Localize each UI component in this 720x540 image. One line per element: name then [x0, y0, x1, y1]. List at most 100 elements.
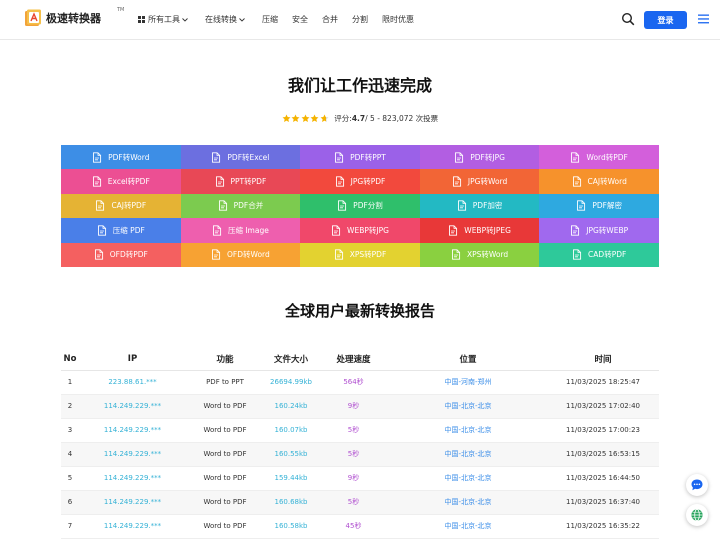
- tool-label: CAJ转Word: [587, 177, 627, 187]
- tool-tile[interactable]: PPT转PDF: [180, 169, 301, 194]
- tool-tile[interactable]: PDF转JPG: [419, 145, 540, 170]
- tool-label: XPS转PDF: [349, 250, 387, 260]
- logo-icon: [25, 9, 41, 26]
- file-convert-icon: [334, 249, 343, 260]
- row-time: 11/03/2025 16:53:15: [547, 442, 659, 467]
- file-convert-icon: [452, 249, 461, 260]
- tool-label: PDF分割: [353, 201, 383, 211]
- row-location: 中国-北京-北京: [389, 442, 547, 467]
- tool-tile[interactable]: Excel转PDF: [61, 169, 181, 194]
- star-icon: [291, 114, 300, 123]
- tool-tile[interactable]: OFD转PDF: [61, 242, 181, 267]
- file-convert-icon: [215, 176, 224, 187]
- tool-tile[interactable]: CAJ转PDF: [61, 193, 181, 219]
- file-convert-icon: [335, 152, 344, 163]
- file-convert-icon: [92, 176, 101, 187]
- row-time: 11/03/2025 17:00:23: [547, 418, 659, 443]
- column-header-ip: IP: [79, 348, 186, 371]
- tool-tile[interactable]: XPS转Word: [419, 242, 540, 267]
- tool-tile[interactable]: WEBP转JPG: [300, 218, 420, 243]
- row-function: Word to PDF: [186, 490, 264, 515]
- nav-label: 合并: [322, 15, 338, 24]
- tool-label: OFD转Word: [227, 250, 270, 260]
- row-function: Word to PDF: [186, 514, 264, 539]
- row-function: Word to PDF: [186, 394, 264, 419]
- row-file-size: 159.44kb: [264, 466, 318, 491]
- site-logo[interactable]: 极速转换器 TM: [24, 7, 124, 27]
- login-button[interactable]: 登录: [644, 11, 687, 29]
- tool-label: PDF转PPT: [350, 152, 386, 162]
- conversion-report-table: No IP 功能 文件大小 处理速度 位置 时间 1 223.88.61.*** P…: [61, 348, 659, 539]
- row-file-size: 160.58kb: [264, 514, 318, 539]
- tool-tile[interactable]: CAJ转Word: [539, 169, 659, 194]
- menu-icon[interactable]: [698, 14, 709, 24]
- file-convert-icon: [213, 225, 222, 236]
- tool-tile[interactable]: XPS转PDF: [300, 242, 420, 267]
- row-time: 11/03/2025 16:35:22: [547, 514, 659, 539]
- table-row: 5 114.249.229.*** Word to PDF 159.44kb 9秒 中国-…: [61, 466, 659, 491]
- tool-label: WEBP转JPG: [347, 225, 389, 235]
- star-icon: [282, 114, 291, 123]
- row-time: 11/03/2025 17:02:40: [547, 394, 659, 419]
- row-number: 7: [61, 514, 79, 539]
- tool-label: PDF合并: [233, 201, 264, 211]
- tool-label: 压缩 Image: [227, 225, 269, 235]
- logo-trademark: TM: [117, 7, 125, 13]
- tool-label: JPG转PDF: [350, 177, 386, 187]
- row-location: 中国-北京-北京: [389, 394, 547, 419]
- row-file-size: 160.07kb: [264, 418, 318, 443]
- tool-tile[interactable]: 压缩 Image: [180, 218, 301, 243]
- tool-tile[interactable]: PDF转Excel: [180, 145, 301, 170]
- language-button[interactable]: [686, 504, 708, 526]
- nav-item-split[interactable]: 分割: [352, 14, 368, 25]
- tool-label: 压缩 PDF: [112, 225, 145, 235]
- tool-tile[interactable]: PDF合并: [180, 193, 301, 219]
- nav-item-compress[interactable]: 压缩: [262, 14, 278, 25]
- table-row: 6 114.249.229.*** Word to PDF 160.68kb 5秒 中国-…: [61, 490, 659, 515]
- tool-tile[interactable]: PDF解密: [539, 193, 659, 219]
- nav-item-online-convert[interactable]: 在线转换: [205, 14, 248, 25]
- tool-tile[interactable]: PDF转PPT: [300, 145, 420, 170]
- row-number: 3: [61, 418, 79, 443]
- tool-tile[interactable]: JPG转Word: [419, 169, 540, 194]
- row-file-size: 160.24kb: [264, 394, 318, 419]
- tool-tile[interactable]: JPG转PDF: [300, 169, 420, 194]
- tool-tile[interactable]: Word转PDF: [539, 145, 659, 170]
- tool-tile[interactable]: PDF分割: [300, 193, 420, 219]
- row-location: 中国-北京-北京: [389, 466, 547, 491]
- site-header: 极速转换器 TM 所有工具 在线转换 压缩 安全 合并 分割 限时优惠 登录: [0, 0, 720, 40]
- tools-grid: PDF转Word PDF转Excel PDF转PPT PDF转JPG Word转PDF E…: [61, 145, 659, 267]
- tool-tile[interactable]: PDF加密: [419, 193, 540, 219]
- row-location: 中国-北京-北京: [389, 490, 547, 515]
- row-ip: 114.249.229.***: [79, 490, 186, 515]
- nav-item-all-tools[interactable]: 所有工具: [138, 14, 191, 25]
- nav-item-security[interactable]: 安全: [292, 14, 308, 25]
- table-row: 3 114.249.229.*** Word to PDF 160.07kb 5秒 中国-…: [61, 418, 659, 443]
- row-function: Word to PDF: [186, 418, 264, 443]
- tool-label: PDF解密: [592, 201, 622, 211]
- grid-icon: [138, 16, 145, 23]
- tool-tile[interactable]: OFD转Word: [180, 242, 301, 267]
- file-convert-icon: [94, 249, 103, 260]
- tool-tile[interactable]: JPG转WEBP: [539, 218, 659, 243]
- tool-tile[interactable]: PDF转Word: [61, 145, 181, 170]
- table-row: 1 223.88.61.*** PDF to PPT 26694.99kb 564秒 中国…: [61, 370, 659, 395]
- nav-label: 限时优惠: [382, 15, 414, 24]
- row-ip: 114.249.229.***: [79, 466, 186, 491]
- nav-label: 压缩: [262, 15, 278, 24]
- tool-tile[interactable]: CAD转PDF: [539, 242, 659, 267]
- tool-label: PDF转Word: [108, 152, 150, 162]
- chat-button[interactable]: [686, 474, 708, 496]
- nav-label: 在线转换: [205, 15, 237, 24]
- nav-item-merge[interactable]: 合并: [322, 14, 338, 25]
- file-convert-icon: [571, 152, 580, 163]
- row-number: 1: [61, 370, 79, 395]
- column-header-location: 位置: [389, 348, 547, 371]
- nav-item-limited-offer[interactable]: 限时优惠: [382, 14, 414, 25]
- column-header-no: No: [61, 348, 79, 371]
- tool-tile[interactable]: WEBP转JPEG: [419, 218, 540, 243]
- file-convert-icon: [335, 176, 344, 187]
- search-icon[interactable]: [621, 12, 635, 26]
- table-row: 4 114.249.229.*** Word to PDF 160.55kb 5秒 中国-…: [61, 442, 659, 467]
- tool-tile[interactable]: 压缩 PDF: [61, 218, 181, 243]
